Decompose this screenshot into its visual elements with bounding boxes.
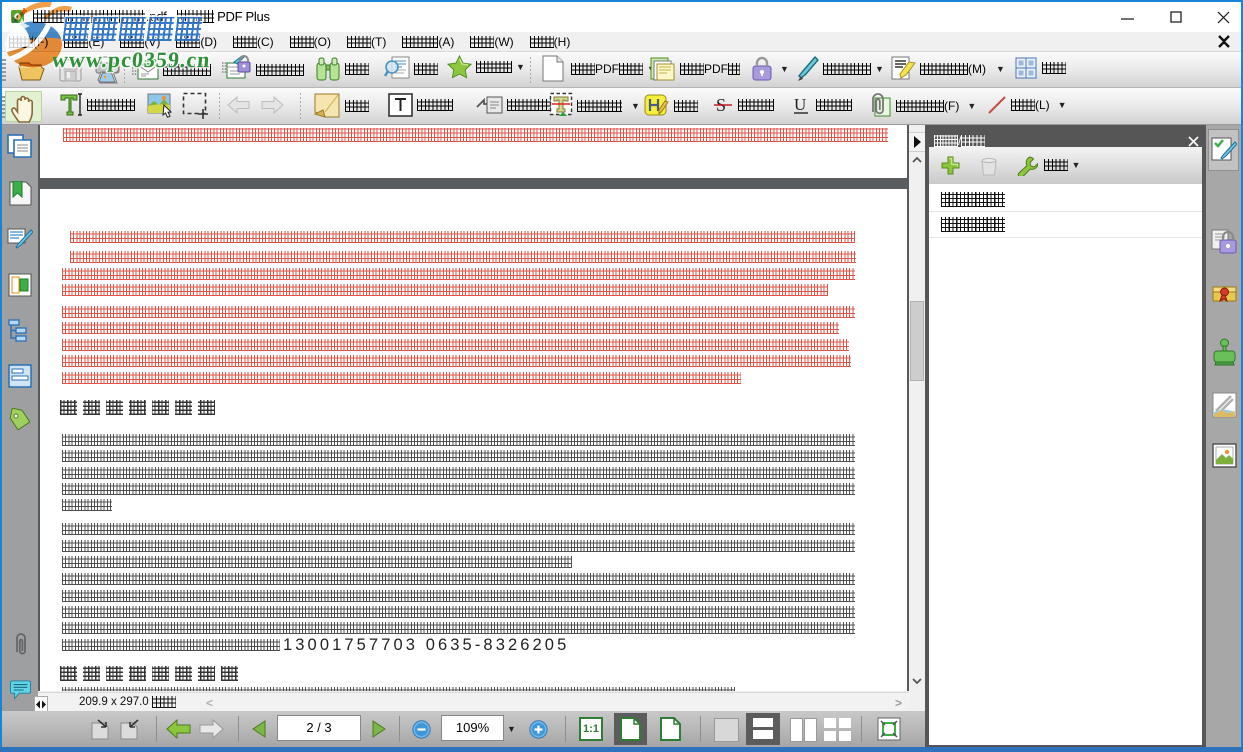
svg-text:U: U — [794, 95, 806, 114]
